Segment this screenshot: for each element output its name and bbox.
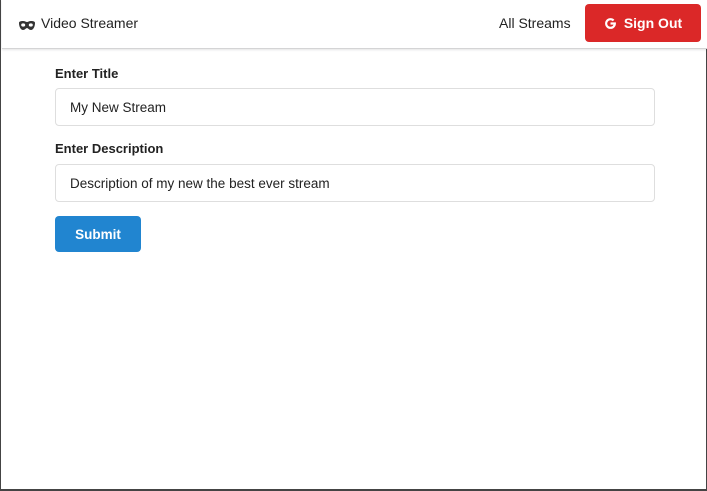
description-field-label: Enter Description xyxy=(55,141,164,156)
submit-button[interactable]: Submit xyxy=(55,216,141,252)
sign-out-label: Sign Out xyxy=(623,15,683,31)
app-window: Video Streamer All Streams Sign Out Ente… xyxy=(0,0,707,491)
sign-out-button[interactable]: Sign Out xyxy=(585,4,701,42)
mask-icon xyxy=(18,18,36,30)
google-icon xyxy=(604,17,617,30)
stream-form: Enter Title Enter Description Submit xyxy=(55,64,655,252)
title-field-label: Enter Title xyxy=(55,66,119,81)
title-input[interactable] xyxy=(55,88,655,126)
brand[interactable]: Video Streamer xyxy=(18,0,138,46)
top-navbar: Video Streamer All Streams Sign Out xyxy=(2,0,707,49)
all-streams-link[interactable]: All Streams xyxy=(499,0,571,46)
brand-label: Video Streamer xyxy=(41,15,139,31)
description-input[interactable] xyxy=(55,164,655,202)
